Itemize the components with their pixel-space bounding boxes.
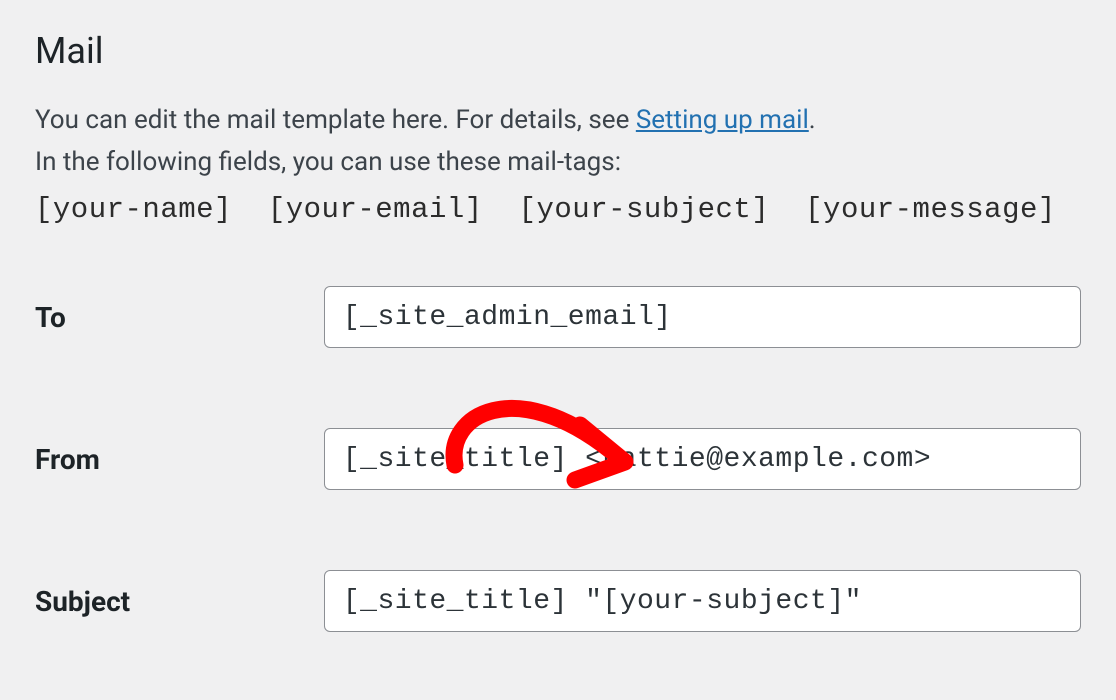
from-label: From — [35, 443, 324, 476]
description-suffix: . — [809, 105, 816, 135]
description-line2: In the following fields, you can use the… — [35, 147, 621, 177]
to-row: To — [35, 286, 1081, 348]
panel-title: Mail — [35, 30, 1081, 72]
subject-label: Subject — [35, 585, 324, 618]
to-label: To — [35, 301, 324, 334]
subject-row: Subject — [35, 570, 1081, 632]
to-input[interactable] — [324, 286, 1081, 348]
subject-input[interactable] — [324, 570, 1081, 632]
from-input[interactable] — [324, 428, 1081, 490]
mail-tag: [your-message] — [805, 193, 1056, 226]
description-prefix: You can edit the mail template here. For… — [35, 105, 636, 135]
mail-tag: [your-name] — [35, 193, 232, 226]
mail-tags-row: [your-name] [your-email] [your-subject] … — [35, 193, 1081, 226]
from-row: From — [35, 428, 1081, 490]
mail-tag: [your-email] — [268, 193, 483, 226]
mail-tag: [your-subject] — [519, 193, 770, 226]
panel-description: You can edit the mail template here. For… — [35, 100, 1081, 183]
setting-up-mail-link[interactable]: Setting up mail — [636, 105, 809, 135]
